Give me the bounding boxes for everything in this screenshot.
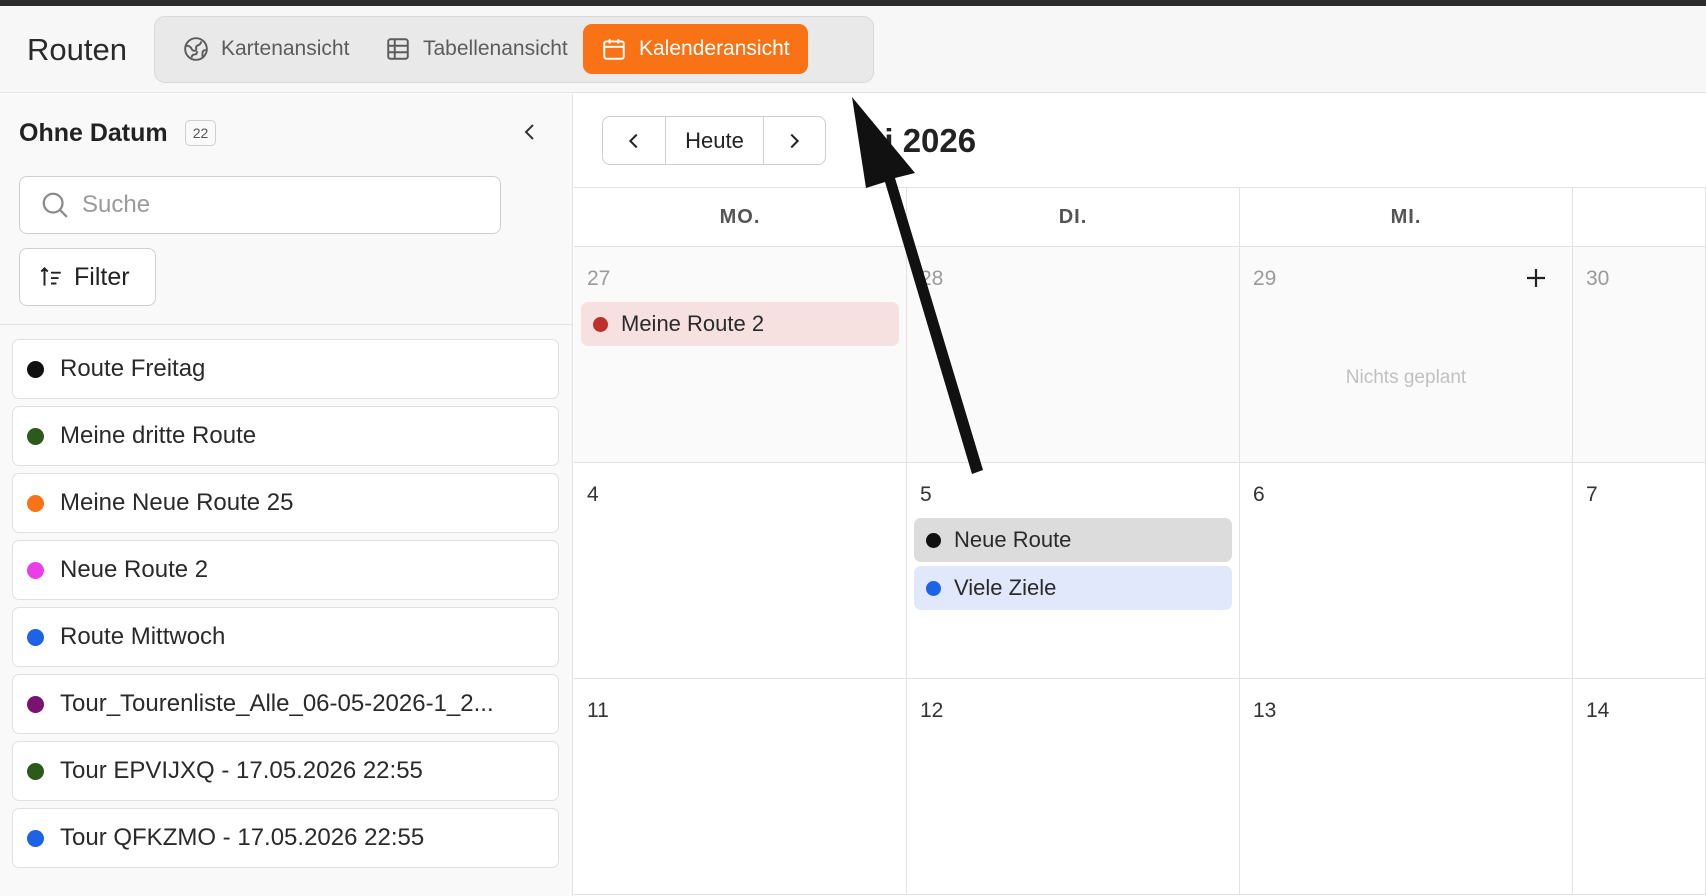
- weekday-header: MO. DI. MI.: [574, 187, 1706, 247]
- color-dot: [27, 628, 44, 646]
- count-badge: 22: [185, 120, 216, 146]
- view-switcher: Kartenansicht Tabellenansicht Kalenderan…: [154, 16, 874, 83]
- day-cell[interactable]: 11: [574, 679, 907, 895]
- day-number: 27: [587, 267, 611, 290]
- day-number: 11: [587, 699, 609, 722]
- weekday-label: [1573, 188, 1706, 246]
- color-dot: [27, 494, 44, 512]
- calendar-panel: Heute ai 2026 MO. DI. MI. 27 Meine Route 22…: [574, 94, 1706, 896]
- route-name: Route Mittwoch: [60, 623, 226, 650]
- chevron-right-icon: [790, 133, 800, 148]
- day-number: 4: [587, 483, 599, 506]
- day-number: 14: [1586, 699, 1610, 722]
- weekday-label: MO.: [574, 188, 907, 246]
- calendar-event[interactable]: Viele Ziele: [914, 566, 1232, 610]
- day-number: 12: [920, 699, 944, 722]
- tab-tabellenansicht[interactable]: Tabellenansicht: [367, 24, 586, 74]
- calendar-event[interactable]: Meine Route 2: [581, 302, 899, 346]
- day-cell[interactable]: 7: [1573, 463, 1706, 679]
- day-number: 7: [1586, 483, 1598, 506]
- tab-label: Kartenansicht: [221, 37, 350, 60]
- sidebar-title: Ohne Datum: [19, 119, 168, 147]
- list-item[interactable]: Route Mittwoch: [12, 607, 559, 667]
- day-cell[interactable]: 14: [1573, 679, 1706, 895]
- table-icon: [387, 38, 409, 60]
- tab-label: Tabellenansicht: [423, 37, 568, 60]
- list-item[interactable]: Neue Route 2: [12, 540, 559, 600]
- color-dot: [27, 360, 44, 378]
- day-number: 5: [920, 483, 932, 506]
- route-name: Neue Route 2: [60, 556, 209, 583]
- day-cell[interactable]: 30: [1573, 247, 1706, 463]
- day-number: 29: [1253, 267, 1277, 290]
- calendar-event[interactable]: Neue Route: [914, 518, 1232, 562]
- list-item[interactable]: Meine dritte Route: [12, 406, 559, 466]
- day-cell[interactable]: 27 Meine Route 2: [574, 247, 907, 463]
- color-dot: [27, 427, 44, 445]
- next-month-button[interactable]: [764, 117, 824, 164]
- undated-routes-sidebar: Ohne Datum 22 Filter Route Freitag Meine …: [0, 94, 573, 896]
- route-name: Tour EPVIJXQ - 17.05.2026 22:55: [60, 757, 423, 784]
- chevron-left-icon: [628, 133, 638, 148]
- empty-day-note: Nichts geplant: [1345, 367, 1467, 388]
- calendar-icon: [603, 39, 625, 60]
- divider: [0, 324, 572, 325]
- color-dot: [27, 829, 44, 847]
- list-item[interactable]: Route Freitag: [12, 339, 559, 399]
- day-number: 13: [1253, 699, 1277, 722]
- day-cell[interactable]: 28: [907, 247, 1240, 463]
- color-dot: [926, 532, 941, 548]
- day-number: 6: [1253, 483, 1265, 506]
- list-item[interactable]: Tour_Tourenliste_Alle_06-05-2026-1_2...: [12, 674, 559, 734]
- color-dot: [27, 561, 44, 579]
- route-name: Tour QFKZMO - 17.05.2026 22:55: [60, 824, 425, 851]
- weekday-label: MI.: [1240, 188, 1573, 246]
- route-name: Meine Neue Route 25: [60, 489, 294, 516]
- color-dot: [27, 762, 44, 780]
- list-item[interactable]: Tour QFKZMO - 17.05.2026 22:55: [12, 808, 559, 868]
- event-title: Meine Route 2: [621, 311, 765, 336]
- filter-button[interactable]: Filter: [19, 248, 156, 306]
- search-icon: [42, 192, 68, 218]
- event-title: Viele Ziele: [954, 575, 1057, 600]
- page-title: Routen: [27, 32, 127, 67]
- chevron-left-icon[interactable]: [518, 120, 542, 144]
- tab-kalenderansicht[interactable]: Kalenderansicht: [583, 24, 808, 74]
- day-cell[interactable]: 13: [1240, 679, 1573, 895]
- sort-icon: [40, 266, 61, 286]
- route-list: Route Freitag Meine dritte Route Meine Neu…: [12, 339, 559, 875]
- prev-month-button[interactable]: [603, 117, 666, 164]
- day-cell[interactable]: 4: [574, 463, 907, 679]
- route-name: Meine dritte Route: [60, 422, 257, 449]
- list-item[interactable]: Meine Neue Route 25: [12, 473, 559, 533]
- route-name: Tour_Tourenliste_Alle_06-05-2026-1_2...: [60, 690, 494, 717]
- day-number: 28: [920, 267, 944, 290]
- search-field[interactable]: [19, 176, 501, 234]
- day-cell[interactable]: 29 Nichts geplant: [1240, 247, 1573, 463]
- date-navigation: Heute: [602, 116, 826, 165]
- plus-icon[interactable]: [1524, 266, 1548, 290]
- day-cell[interactable]: 5 Neue Route Viele Ziele: [907, 463, 1240, 679]
- event-title: Neue Route: [954, 527, 1072, 552]
- globe-icon: [184, 37, 208, 61]
- tab-kartenansicht[interactable]: Kartenansicht: [165, 24, 367, 74]
- month-title: ai 2026: [866, 122, 977, 159]
- app-header: Routen Kartenansicht Tabellenansicht Kal…: [0, 6, 1706, 93]
- weekday-label: DI.: [907, 188, 1240, 246]
- day-number: 30: [1586, 267, 1610, 290]
- tab-label: Kalenderansicht: [639, 37, 790, 60]
- route-name: Route Freitag: [60, 355, 206, 382]
- day-cell[interactable]: 12: [907, 679, 1240, 895]
- color-dot: [926, 580, 941, 596]
- list-item[interactable]: Tour EPVIJXQ - 17.05.2026 22:55: [12, 741, 559, 801]
- color-dot: [593, 316, 608, 332]
- filter-label: Filter: [74, 262, 130, 291]
- day-cell[interactable]: 6: [1240, 463, 1573, 679]
- today-button[interactable]: Heute: [666, 117, 764, 164]
- color-dot: [27, 695, 44, 713]
- search-input[interactable]: [82, 191, 482, 219]
